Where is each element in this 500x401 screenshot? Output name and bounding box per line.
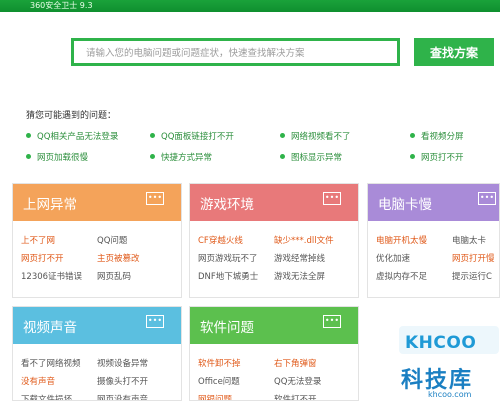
bullet-dot-icon [410, 154, 415, 159]
problem-link[interactable]: QQ相关产品无法登录 [26, 130, 118, 142]
card-header: 游戏环境 ••• [190, 184, 358, 221]
problem-link[interactable]: 网页打不开 [410, 151, 464, 163]
card-link[interactable]: 视频设备异常 [97, 357, 148, 369]
category-card: 上网异常 ••• 上不了网 QQ问题网页打不开 主页被篡改 12306证书错误 网页乱码 [12, 183, 182, 298]
card-link[interactable]: 缺少***.dll文件 [274, 234, 334, 246]
category-card: 软件问题 ••• 软件卸不掉 右下角弹窗 Office问题 QQ无法登录网银问题 软件打不开 [189, 306, 359, 401]
card-link[interactable]: 下载文件损坏 [21, 393, 72, 400]
card-title[interactable]: 上网异常 [23, 193, 77, 213]
card-link[interactable]: 网页乱码 [97, 270, 131, 282]
card-link[interactable]: 软件卸不掉 [198, 357, 241, 369]
window-title: 360安全卫士 9.3 [30, 1, 93, 10]
card-header: 电脑卡慢 ••• [368, 184, 499, 221]
card-link[interactable]: 上不了网 [21, 234, 55, 246]
card-link[interactable]: 网银问题 [198, 393, 232, 400]
card-title[interactable]: 电脑卡慢 [378, 193, 432, 213]
card-title[interactable]: 游戏环境 [200, 193, 254, 213]
problem-link[interactable]: 快捷方式异常 [150, 151, 212, 163]
watermark-url: khcoo.com [428, 390, 472, 399]
bullet-dot-icon [410, 133, 415, 138]
more-icon[interactable]: ••• [323, 192, 341, 205]
card-link[interactable]: 网页游戏玩不了 [198, 252, 258, 264]
card-link[interactable]: CF穿越火线 [198, 234, 243, 246]
more-icon[interactable]: ••• [146, 192, 164, 205]
card-link[interactable]: 12306证书错误 [21, 270, 82, 282]
bullet-dot-icon [150, 154, 155, 159]
card-link[interactable]: DNF地下城勇士 [198, 270, 258, 282]
card-link[interactable]: 优化加速 [376, 252, 410, 264]
problem-link-label: 网络视频看不了 [291, 132, 351, 142]
problem-link[interactable]: 网页加载很慢 [26, 151, 88, 163]
card-link[interactable]: QQ问题 [97, 234, 127, 246]
problem-link[interactable]: QQ面板链接打不开 [150, 130, 234, 142]
more-icon[interactable]: ••• [478, 192, 496, 205]
problem-link[interactable]: 图标显示异常 [280, 151, 342, 163]
card-link[interactable]: 电脑开机太慢 [376, 234, 427, 246]
problem-link-label: 看视频分屏 [421, 132, 464, 142]
bullet-dot-icon [26, 154, 31, 159]
card-header: 上网异常 ••• [13, 184, 181, 221]
card-title[interactable]: 软件问题 [200, 316, 254, 336]
watermark-logo-text: KHCOO [405, 333, 477, 353]
card-link[interactable]: 网页打不开 [21, 252, 64, 264]
problems-title: 猜您可能遇到的问题： [26, 111, 117, 121]
card-link[interactable]: 没有声音 [21, 375, 55, 387]
bullet-dot-icon [26, 133, 31, 138]
card-link[interactable]: 游戏经常掉线 [274, 252, 325, 264]
bullet-dot-icon [280, 133, 285, 138]
category-card: 视频声音 ••• 看不了网络视频 视频设备异常没有声音 摄像头打不开下载文件损坏 网页没有… [12, 306, 182, 401]
search-button[interactable]: 查找方案 [414, 38, 494, 66]
bullet-dot-icon [150, 133, 155, 138]
card-header: 软件问题 ••• [190, 307, 358, 344]
category-card: 游戏环境 ••• CF穿越火线 缺少***.dll文件网页游戏玩不了 游戏经常掉线 DNF… [189, 183, 359, 298]
card-link[interactable]: 网页打开慢 [452, 252, 495, 264]
more-icon[interactable]: ••• [146, 315, 164, 328]
card-link[interactable]: 虚拟内存不足 [376, 270, 427, 282]
card-title[interactable]: 视频声音 [23, 316, 77, 336]
problem-link-label: QQ面板链接打不开 [161, 132, 234, 142]
more-icon[interactable]: ••• [323, 315, 341, 328]
card-link[interactable]: 游戏无法全屏 [274, 270, 325, 282]
title-bar: 360安全卫士 9.3 [0, 0, 500, 12]
card-link[interactable]: 看不了网络视频 [21, 357, 81, 369]
problem-link[interactable]: 网络视频看不了 [280, 130, 351, 142]
problem-link-label: 网页加载很慢 [37, 153, 89, 163]
card-link[interactable]: 电脑太卡 [452, 234, 486, 246]
card-link[interactable]: 右下角弹窗 [274, 357, 317, 369]
search-input[interactable] [74, 42, 397, 65]
card-link[interactable]: 摄像头打不开 [97, 375, 148, 387]
card-link[interactable]: 提示运行C [452, 270, 492, 282]
category-card: 电脑卡慢 ••• 电脑开机太慢 电脑太卡优化加速 网页打开慢虚拟内存不足 提示运行C [367, 183, 500, 298]
problem-link-label: 快捷方式异常 [161, 153, 213, 163]
card-link[interactable]: 主页被篡改 [97, 252, 140, 264]
card-link[interactable]: QQ无法登录 [274, 375, 321, 387]
problem-link-label: QQ相关产品无法登录 [37, 132, 119, 142]
card-link[interactable]: 网页没有声音 [97, 393, 148, 400]
card-link[interactable]: Office问题 [198, 375, 240, 387]
card-header: 视频声音 ••• [13, 307, 181, 344]
card-link[interactable]: 软件打不开 [274, 393, 317, 400]
problem-link[interactable]: 看视频分屏 [410, 130, 464, 142]
problem-link-label: 网页打不开 [421, 153, 464, 163]
bullet-dot-icon [280, 154, 285, 159]
search-box[interactable] [71, 38, 400, 66]
problem-link-label: 图标显示异常 [291, 153, 343, 163]
